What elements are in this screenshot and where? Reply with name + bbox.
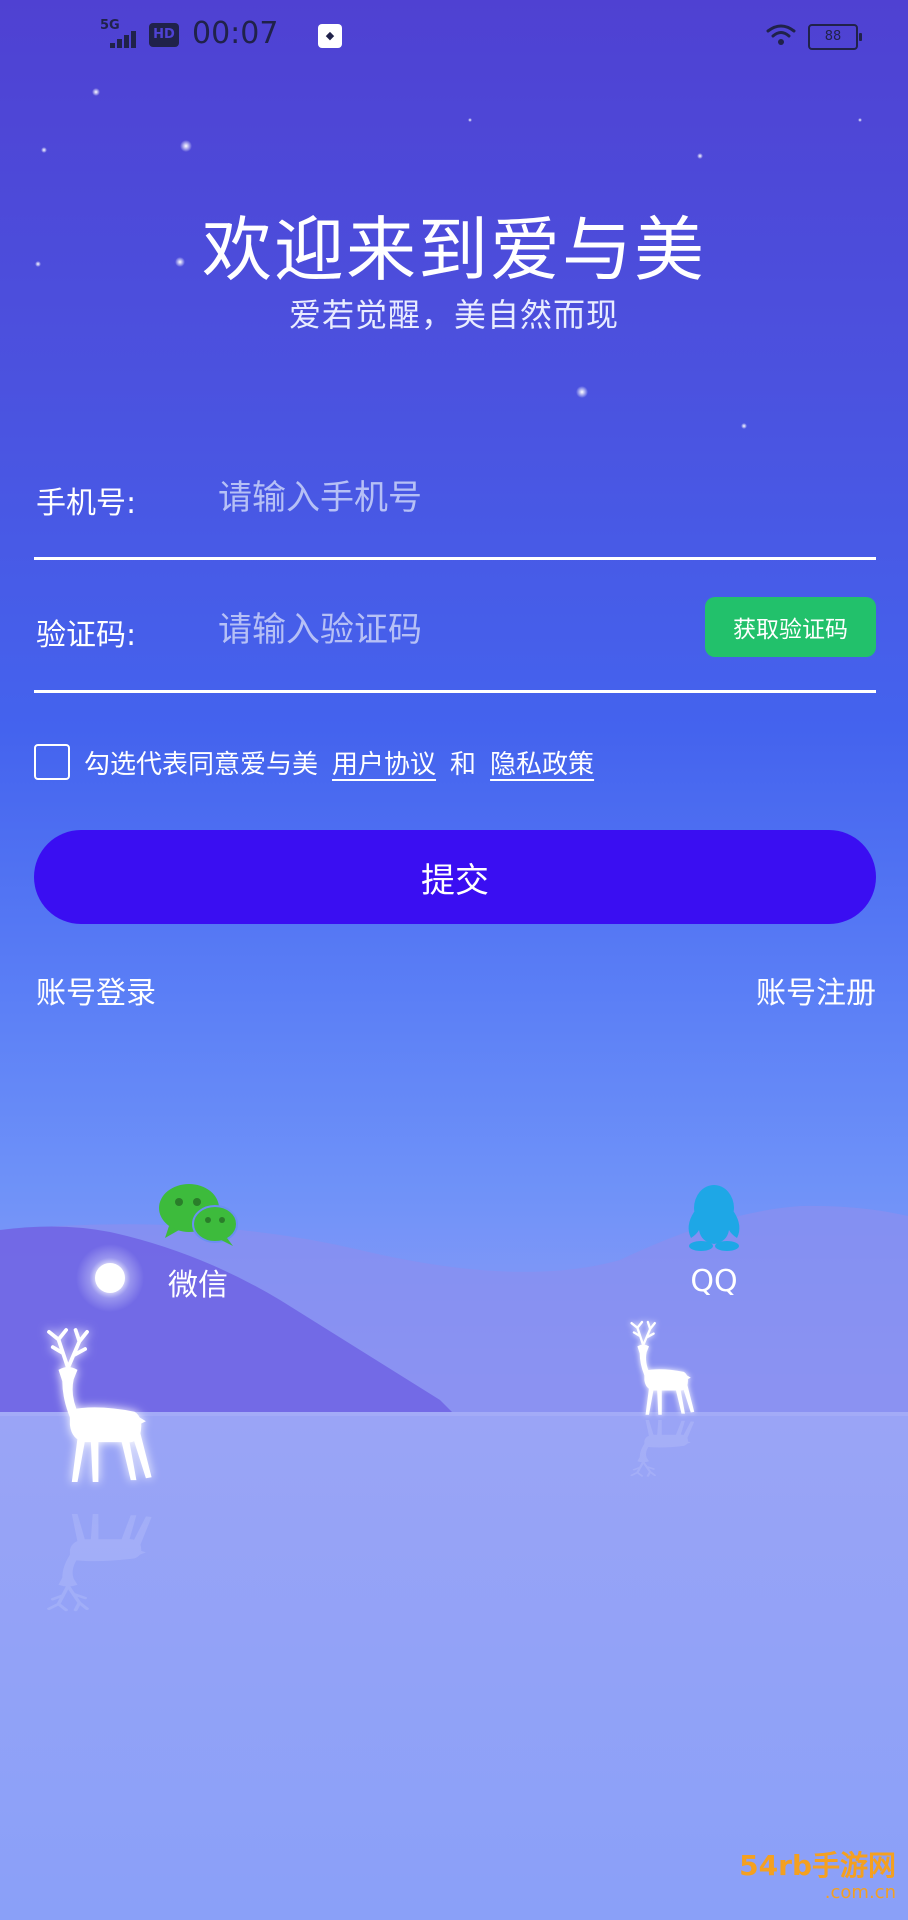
status-time: 00:07 bbox=[192, 16, 279, 51]
watermark-domain: .com.cn bbox=[824, 1882, 896, 1903]
phone-input[interactable] bbox=[218, 470, 668, 526]
wechat-icon bbox=[159, 1184, 238, 1246]
submit-button[interactable]: 提交 bbox=[34, 830, 876, 924]
qq-login[interactable]: QQ bbox=[664, 1182, 764, 1299]
code-label: 验证码: bbox=[36, 618, 137, 653]
account-register-link[interactable]: 账号注册 bbox=[756, 968, 876, 1012]
page-title: 欢迎来到爱与美 bbox=[202, 209, 706, 291]
agreement-and-text: 和 bbox=[450, 749, 477, 780]
account-login-link[interactable]: 账号登录 bbox=[36, 968, 156, 1012]
code-underline bbox=[34, 690, 876, 693]
qq-icon bbox=[688, 1185, 740, 1251]
agreement-checkbox[interactable] bbox=[34, 744, 70, 780]
get-code-button[interactable]: 获取验证码 bbox=[705, 597, 876, 657]
app-notification-icon: ◆ bbox=[318, 24, 342, 48]
signal-icon bbox=[110, 30, 140, 48]
agreement-row: 勾选代表同意爱与美 用户协议 和 隐私政策 bbox=[34, 740, 608, 784]
phone-label: 手机号: bbox=[36, 486, 137, 521]
hd-badge: HD bbox=[149, 23, 179, 47]
watermark-site: 54rb手游网 bbox=[739, 1849, 896, 1882]
phone-underline bbox=[34, 557, 876, 560]
page-subtitle: 爱若觉醒，美自然而现 bbox=[288, 296, 619, 334]
user-agreement-link[interactable]: 用户协议 bbox=[332, 744, 436, 781]
privacy-policy-link[interactable]: 隐私政策 bbox=[490, 744, 594, 781]
code-input[interactable] bbox=[218, 602, 678, 658]
wifi-icon bbox=[766, 24, 796, 45]
status-bar: 5G HD 00:07 ◆ 88 bbox=[0, 0, 908, 70]
site-watermark: 54rb手游网 .com.cn bbox=[736, 1844, 896, 1908]
battery-indicator: 88 bbox=[808, 24, 862, 50]
login-screen: 5G HD 00:07 ◆ 88 欢迎来到爱与美 爱若觉醒，美自然而现 手机号:… bbox=[0, 0, 908, 1920]
wechat-login[interactable]: 微信 bbox=[148, 1182, 248, 1304]
wechat-label: 微信 bbox=[168, 1268, 228, 1303]
qq-label: QQ bbox=[690, 1264, 738, 1299]
agreement-text: 勾选代表同意爱与美 bbox=[84, 749, 319, 780]
